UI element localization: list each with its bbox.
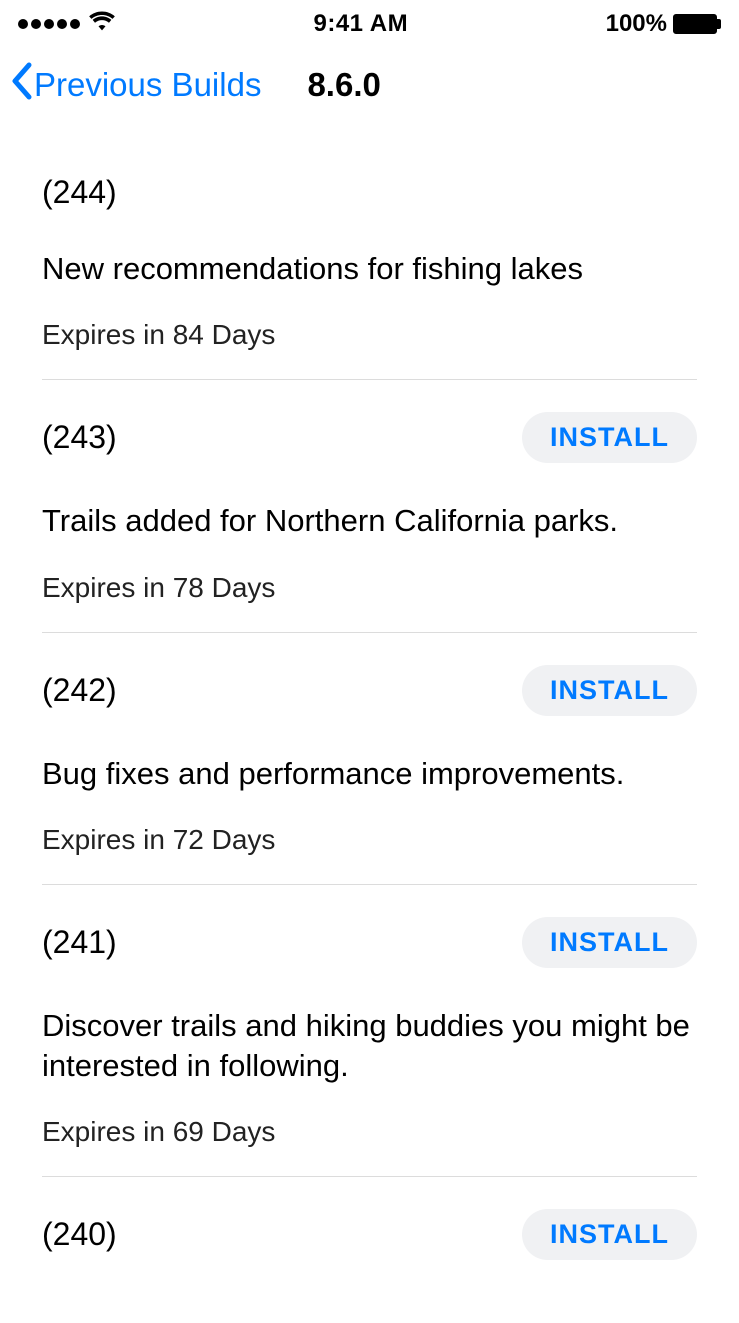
build-header: (244): [42, 174, 697, 211]
build-item: (243) INSTALL Trails added for Northern Ca…: [42, 380, 697, 632]
build-description: Trails added for Northern California par…: [42, 501, 697, 541]
build-header: (243) INSTALL: [42, 412, 697, 463]
install-button[interactable]: INSTALL: [522, 917, 697, 968]
build-number: (242): [42, 672, 117, 709]
install-button[interactable]: INSTALL: [522, 412, 697, 463]
chevron-left-icon: [10, 62, 32, 108]
back-label: Previous Builds: [34, 66, 261, 104]
build-header: (241) INSTALL: [42, 917, 697, 968]
build-expiry: Expires in 69 Days: [42, 1116, 697, 1148]
build-item: (240) INSTALL: [42, 1177, 697, 1288]
build-description: New recommendations for fishing lakes: [42, 249, 697, 289]
battery-icon: [673, 14, 721, 34]
build-item: (242) INSTALL Bug fixes and performance im…: [42, 633, 697, 885]
nav-bar: Previous Builds 8.6.0: [0, 40, 739, 142]
status-left: [18, 10, 116, 39]
back-button[interactable]: Previous Builds: [10, 62, 261, 108]
builds-list: (244) New recommendations for fishing lak…: [0, 142, 739, 1288]
status-bar: 9:41 AM 100%: [0, 0, 739, 40]
page-title: 8.6.0: [307, 66, 380, 104]
install-button[interactable]: INSTALL: [522, 1209, 697, 1260]
build-header: (242) INSTALL: [42, 665, 697, 716]
build-expiry: Expires in 72 Days: [42, 824, 697, 856]
build-item: (241) INSTALL Discover trails and hiking b…: [42, 885, 697, 1178]
status-time: 9:41 AM: [313, 10, 408, 38]
build-number: (240): [42, 1216, 117, 1253]
build-number: (244): [42, 174, 117, 211]
build-description: Bug fixes and performance improvements.: [42, 754, 697, 794]
build-number: (243): [42, 419, 117, 456]
build-expiry: Expires in 78 Days: [42, 572, 697, 604]
build-expiry: Expires in 84 Days: [42, 319, 697, 351]
build-description: Discover trails and hiking buddies you m…: [42, 1006, 697, 1087]
signal-strength-icon: [18, 19, 80, 29]
build-number: (241): [42, 924, 117, 961]
build-item: (244) New recommendations for fishing lak…: [42, 142, 697, 380]
battery-percent: 100%: [606, 10, 667, 38]
wifi-icon: [88, 10, 116, 39]
install-button[interactable]: INSTALL: [522, 665, 697, 716]
build-header: (240) INSTALL: [42, 1209, 697, 1260]
status-right: 100%: [606, 10, 721, 38]
